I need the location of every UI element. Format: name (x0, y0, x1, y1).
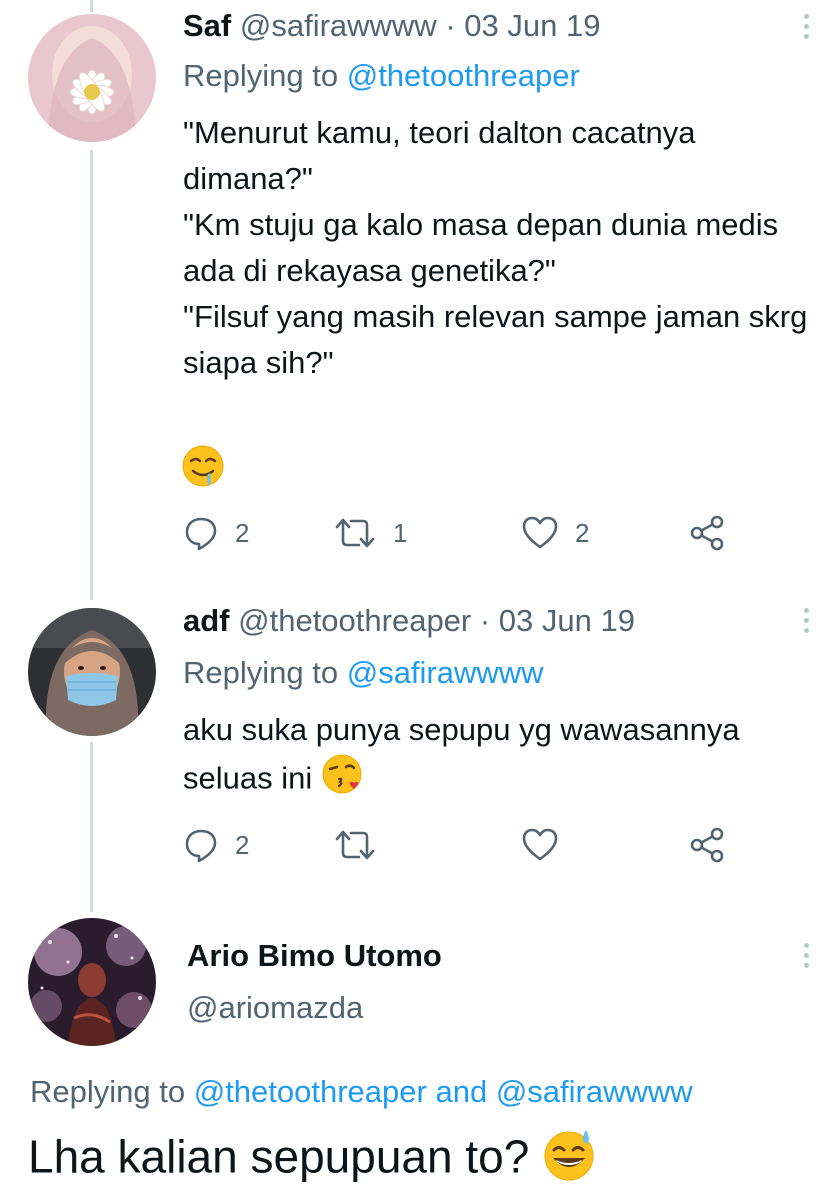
reply-icon (185, 517, 217, 551)
share-icon (690, 827, 724, 863)
tweet-1-replying-label: Replying to (183, 58, 339, 93)
share-icon (690, 515, 724, 551)
tweet-1-replying: Replying to @thetoothreaper (183, 58, 580, 94)
tweet-1-like-count: 2 (575, 517, 590, 548)
tweet-1-retweet-button[interactable]: 1 (333, 513, 407, 553)
tweet-2-reply-count: 2 (235, 829, 250, 860)
main-tweet-replying-label: Replying to (30, 1074, 186, 1109)
tweet-2-replying-label: Replying to (183, 655, 339, 690)
tweet-1-date[interactable]: · 03 Jun 19 (445, 8, 600, 43)
tweet-1-like-button[interactable]: 2 (521, 513, 589, 553)
retweet-icon (335, 830, 375, 860)
reply-icon (185, 829, 217, 863)
tweet-2-actions: 2 (183, 825, 743, 865)
tweet-1-replying-link[interactable]: @thetoothreaper (347, 58, 580, 93)
main-tweet-handle[interactable]: @ariomazda (187, 990, 363, 1026)
main-tweet-text-block: Lha kalian sepupuan to? (28, 1128, 596, 1193)
tweet-2-share-button[interactable] (688, 825, 726, 865)
tweet-1-more-icon[interactable] (801, 14, 811, 44)
heart-icon (522, 516, 558, 549)
tweet-1-meta: Saf @safirawwww · 03 Jun 19 (183, 8, 600, 44)
tweet-2-handle[interactable]: @thetoothreaper (238, 603, 471, 638)
main-tweet-more-icon[interactable] (801, 943, 811, 973)
tweet-2-date[interactable]: · 03 Jun 19 (480, 603, 635, 638)
grinning-face-with-sweat-emoji (542, 1128, 596, 1193)
tweet-1-author-name[interactable]: Saf (183, 8, 231, 43)
tweet-1-actions: 2 1 2 (183, 513, 743, 553)
tweet-1-retweet-count: 1 (393, 517, 408, 548)
tweet-1-line-3: "Filsuf yang masih relevan sampe jaman s… (183, 299, 808, 380)
tweet-1-line-1: "Menurut kamu, teori dalton cacatnya dim… (183, 115, 696, 196)
tweet-2-reply-button[interactable]: 2 (183, 825, 249, 865)
tweet-2-like-button[interactable] (521, 825, 575, 865)
tweet-2-text: aku suka punya sepupu yg wawasannya selu… (183, 712, 740, 796)
tweet-1-reply-button[interactable]: 2 (183, 513, 249, 553)
thread-line-top (90, 0, 93, 12)
avatar-saf[interactable] (28, 14, 156, 142)
tweet-1-reply-count: 2 (235, 517, 250, 548)
tweet-1-share-button[interactable] (688, 513, 726, 553)
main-tweet-text: Lha kalian sepupuan to? (28, 1130, 530, 1183)
main-tweet-replying-link-2[interactable]: @safirawwww (496, 1074, 693, 1109)
drooling-face-emoji (181, 444, 225, 493)
tweet-2-replying: Replying to @safirawwww (183, 655, 544, 691)
tweet-1-handle[interactable]: @safirawwww (240, 8, 437, 43)
avatar-ario[interactable] (28, 918, 156, 1046)
tweet-2-retweet-button[interactable] (333, 825, 393, 865)
main-tweet-replying-and: and (435, 1074, 488, 1109)
tweet-1-text: "Menurut kamu, teori dalton cacatnya dim… (183, 110, 813, 386)
heart-icon (522, 828, 558, 861)
main-tweet-replying: Replying to @thetoothreaper and @safiraw… (30, 1074, 693, 1110)
tweet-2-author-name[interactable]: adf (183, 603, 230, 638)
tweet-2-meta: adf @thetoothreaper · 03 Jun 19 (183, 603, 635, 639)
main-tweet-author-name[interactable]: Ario Bimo Utomo (187, 938, 442, 974)
avatar-adf[interactable] (28, 608, 156, 736)
main-tweet-replying-link-1[interactable]: @thetoothreaper (194, 1074, 427, 1109)
tweet-2-text-block: aku suka punya sepupu yg wawasannya selu… (183, 707, 813, 808)
tweet-1-line-2: "Km stuju ga kalo masa depan dunia medis… (183, 207, 779, 288)
tweet-2-replying-link[interactable]: @safirawwww (347, 655, 544, 690)
retweet-icon (335, 518, 375, 548)
thread-line-1 (90, 150, 93, 600)
tweet-2-more-icon[interactable] (801, 608, 811, 638)
thread-line-2 (90, 742, 93, 912)
face-blowing-kiss-emoji (321, 753, 363, 808)
